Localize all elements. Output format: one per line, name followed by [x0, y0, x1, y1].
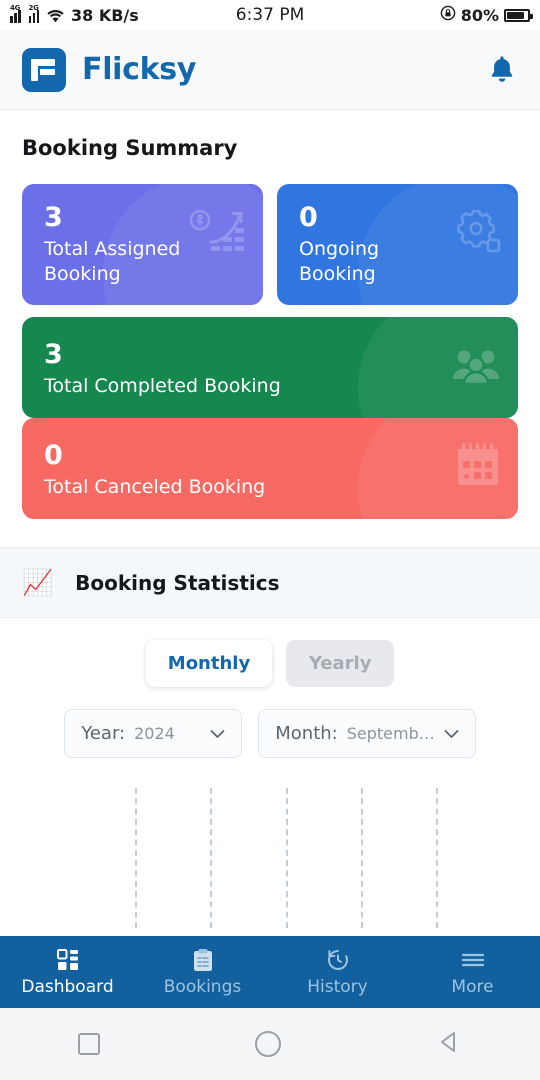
wifi-icon — [47, 8, 64, 23]
sim2-network-label: 2G — [28, 3, 39, 12]
bell-icon[interactable] — [486, 53, 518, 87]
year-dropdown-label: Year: — [81, 723, 126, 744]
triangle-back-icon[interactable] — [436, 1029, 462, 1059]
flicksy-logo-icon — [22, 47, 66, 92]
chevron-down-icon — [444, 725, 459, 743]
status-bar-left: 4G 2G 38 KB/s — [10, 4, 236, 25]
status-bar-right: 80% — [304, 5, 533, 26]
summary-cards: 3 Total Assigned Booking 0 Ongoing Booki… — [0, 184, 540, 547]
sim1-signal-icon: 4G — [10, 4, 25, 23]
page-title: Booking Summary — [0, 110, 540, 184]
card-total-completed-booking[interactable]: 3 Total Completed Booking — [22, 317, 518, 418]
statistics-header: 📈 Booking Statistics — [0, 547, 540, 618]
year-dropdown[interactable]: Year: 2024 — [64, 709, 243, 758]
app-root: 4G 2G 38 KB/s 6:37 PM 80% Flicksy Bookin… — [0, 0, 540, 1080]
bottom-navigation: Dashboard Bookings History More — [0, 936, 540, 1008]
chart-gridline — [286, 788, 288, 928]
chevron-down-icon — [210, 725, 225, 743]
period-toggle-group: Monthly Yearly — [0, 618, 540, 687]
sim2-signal-icon: 2G — [28, 4, 44, 23]
nav-label: Dashboard — [21, 976, 114, 997]
card-label: Total Completed Booking — [44, 374, 281, 397]
nav-label: More — [451, 976, 494, 997]
card-label: Total Canceled Booking — [44, 475, 266, 498]
booking-statistics-chart — [0, 788, 540, 928]
month-dropdown-value: Septemb… — [346, 724, 435, 743]
statistics-title: Booking Statistics — [75, 570, 280, 595]
chart-filters: Year: 2024 Month: Septemb… — [0, 687, 540, 758]
status-bar-clock: 6:37 PM — [235, 5, 305, 25]
dashboard-grid-icon — [56, 948, 80, 972]
battery-icon — [504, 8, 533, 22]
tab-monthly[interactable]: Monthly — [145, 640, 273, 687]
rotation-lock-icon — [440, 5, 456, 26]
app-header: Flicksy — [0, 30, 540, 110]
circle-home-icon[interactable] — [254, 1031, 281, 1057]
clipboard-list-icon — [192, 948, 214, 972]
nav-item-more[interactable]: More — [405, 948, 540, 997]
month-dropdown[interactable]: Month: Septemb… — [258, 709, 476, 758]
nav-item-bookings[interactable]: Bookings — [135, 948, 270, 997]
battery-percent-label: 80% — [460, 5, 499, 25]
card-total-canceled-booking[interactable]: 0 Total Canceled Booking — [22, 418, 518, 519]
summary-card-row-1: 3 Total Assigned Booking 0 Ongoing Booki… — [22, 184, 518, 305]
nav-label: Bookings — [163, 976, 242, 997]
square-recents-icon[interactable] — [77, 1033, 100, 1055]
nav-item-history[interactable]: History — [270, 948, 405, 997]
chart-gridline — [135, 788, 137, 928]
sim1-network-label: 4G — [10, 3, 21, 12]
card-ongoing-booking[interactable]: 0 Ongoing Booking — [277, 184, 518, 305]
brand-title: Flicksy — [82, 52, 197, 87]
system-navigation-bar — [0, 1008, 540, 1080]
card-total-assigned-booking[interactable]: 3 Total Assigned Booking — [22, 184, 263, 305]
tab-yearly[interactable]: Yearly — [286, 640, 395, 687]
status-bar: 4G 2G 38 KB/s 6:37 PM 80% — [0, 0, 540, 30]
clock-history-icon — [326, 948, 350, 972]
nav-item-dashboard[interactable]: Dashboard — [0, 948, 135, 997]
chart-gridline — [210, 788, 212, 928]
nav-label: History — [307, 976, 368, 997]
chart-gridline — [361, 788, 363, 928]
hamburger-menu-icon — [460, 948, 486, 972]
month-dropdown-label: Month: — [275, 723, 338, 744]
chart-increasing-with-yen-icon: 📈 — [22, 568, 54, 597]
network-speed-label: 38 KB/s — [71, 5, 139, 25]
year-dropdown-value: 2024 — [134, 724, 175, 743]
chart-gridline — [436, 788, 438, 928]
